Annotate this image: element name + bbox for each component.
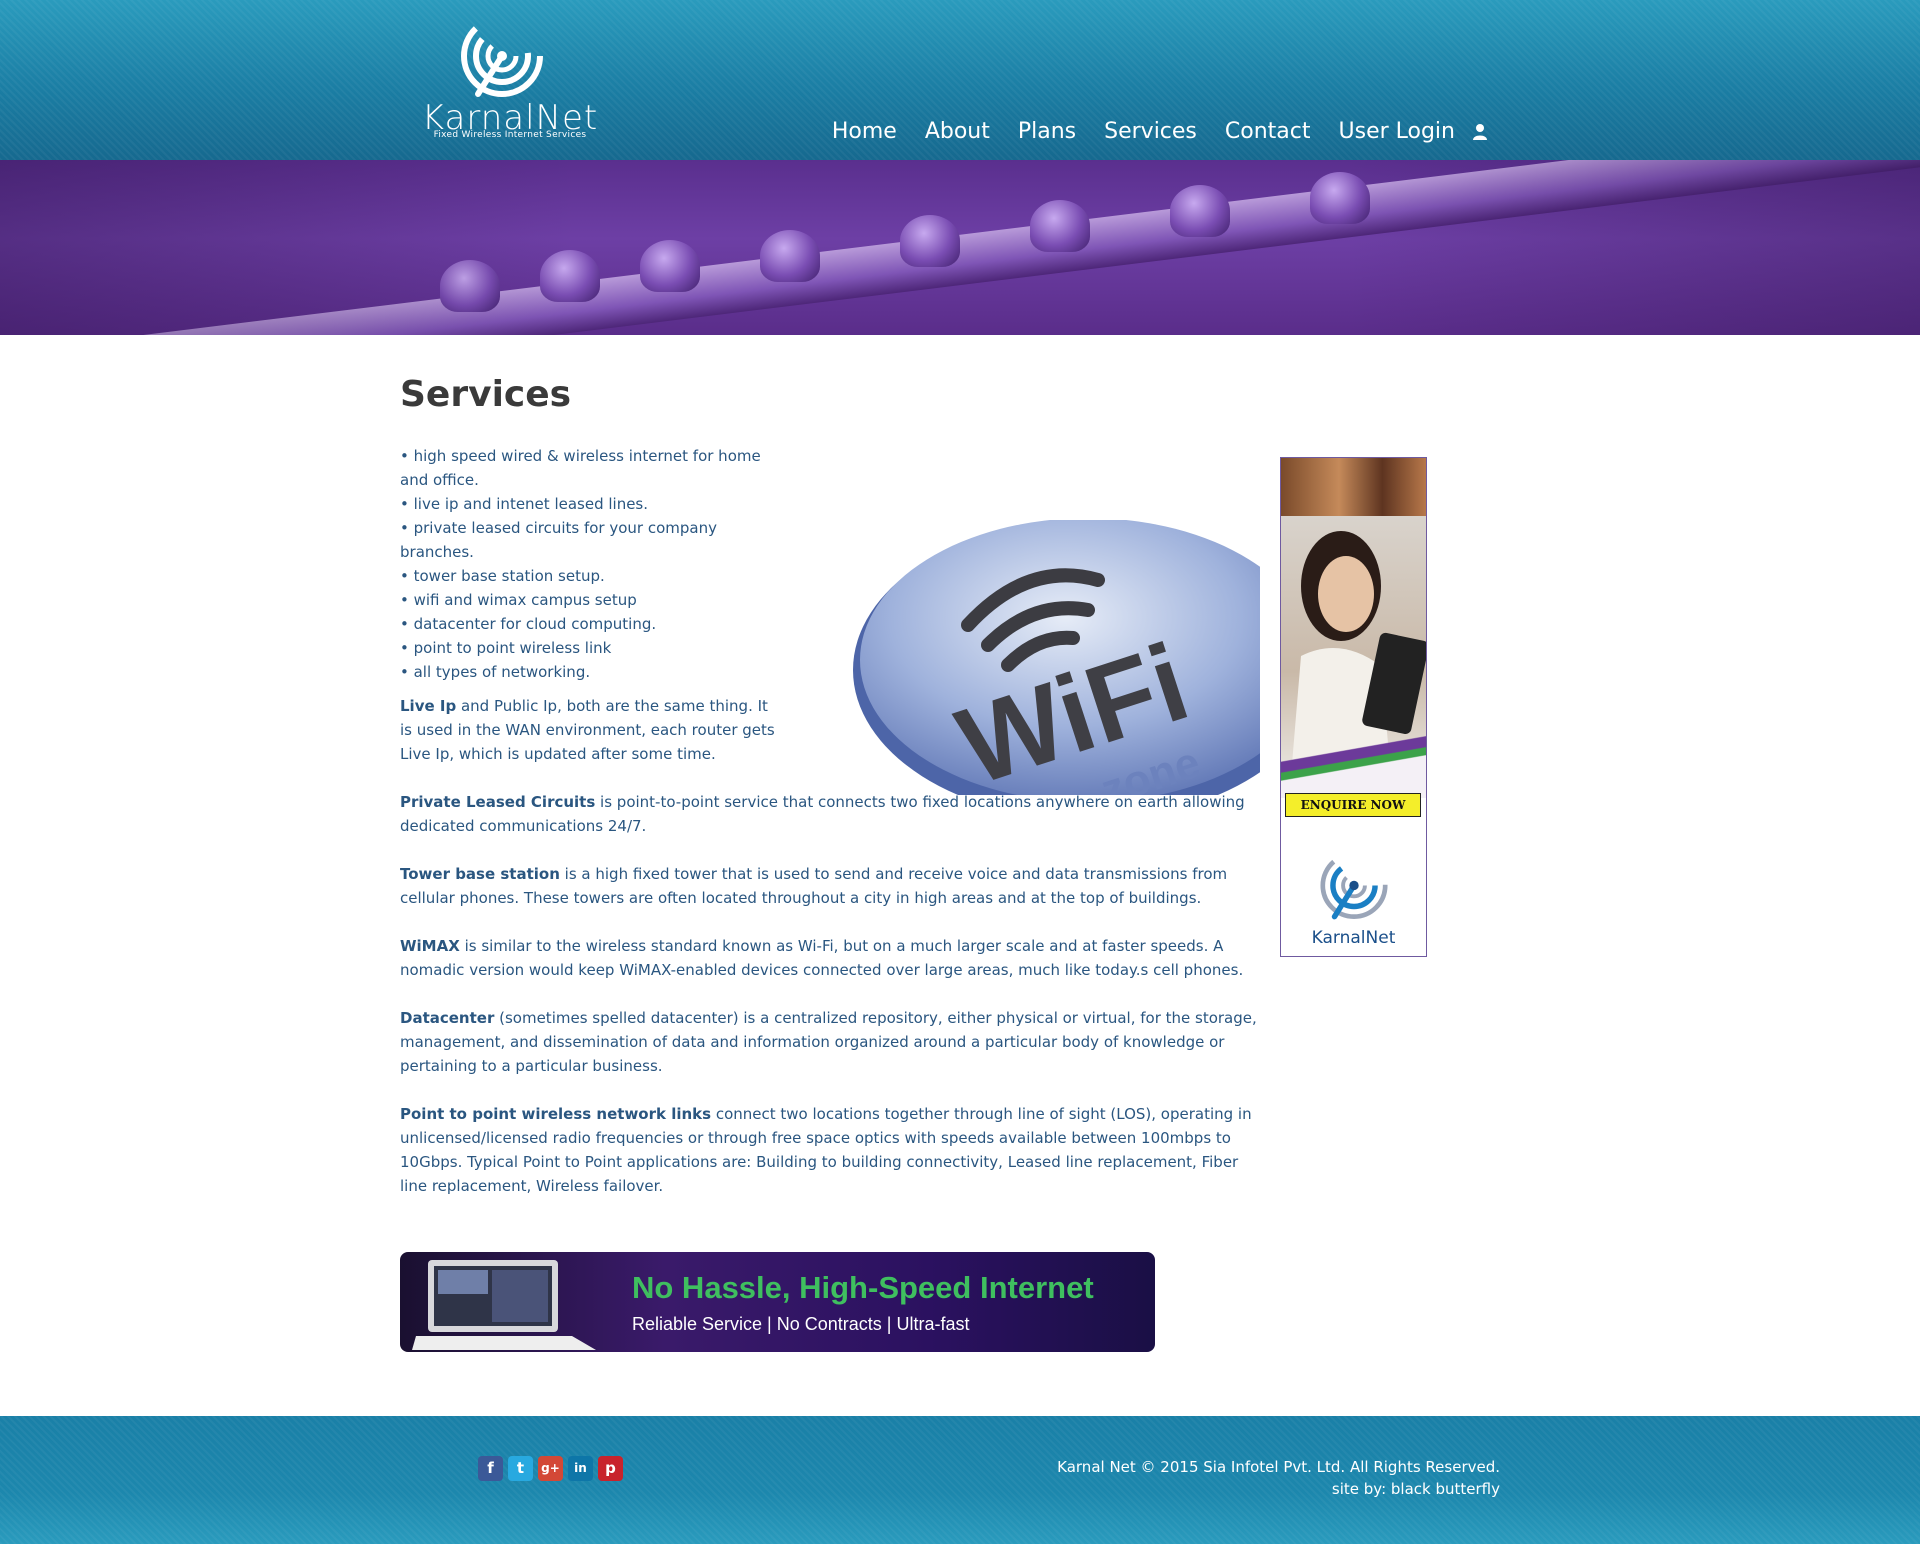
live-ip-paragraph: Live Ip and Public Ip, both are the same…: [400, 694, 780, 766]
list-item: • datacenter for cloud computing.: [400, 615, 657, 633]
side-ad-banner[interactable]: ENQUIRE NOW KarnalNet: [1280, 457, 1427, 957]
enquire-now-button[interactable]: ENQUIRE NOW: [1285, 793, 1421, 817]
laptop-image: [412, 1260, 596, 1350]
nav-services[interactable]: Services: [1104, 119, 1197, 144]
wimax-paragraph: WiMAX is similar to the wireless standar…: [400, 934, 1260, 982]
ad-photo-strip: [1281, 458, 1426, 516]
social-links: f t g+ in p: [478, 1456, 623, 1481]
term: Live Ip: [400, 697, 457, 715]
definition: and Public Ip, both are the same thing. …: [400, 697, 775, 763]
facebook-icon[interactable]: f: [478, 1456, 503, 1481]
ad-wave-decoration: [1281, 728, 1426, 798]
p2p-paragraph: Point to point wireless network links co…: [400, 1102, 1260, 1198]
definition: (sometimes spelled datacenter) is a cent…: [400, 1009, 1257, 1075]
list-item: • all types of networking.: [400, 663, 591, 681]
site-logo[interactable]: KarnalNet Fixed Wireless Internet Servic…: [400, 14, 620, 144]
site-footer: [0, 1416, 1920, 1544]
promo-headline: No Hassle, High-Speed Internet: [632, 1270, 1094, 1305]
nav-user-login-label: User Login: [1338, 118, 1456, 144]
definition: is similar to the wireless standard know…: [400, 937, 1244, 979]
term: Tower base station: [400, 865, 560, 883]
twitter-icon[interactable]: t: [508, 1456, 533, 1481]
term: Point to point wireless network links: [400, 1105, 712, 1123]
pinterest-icon[interactable]: p: [598, 1456, 623, 1481]
footer-text: Karnal Net © 2015 Sia Infotel Pvt. Ltd. …: [1057, 1456, 1500, 1500]
leased-circuits-paragraph: Private Leased Circuits is point-to-poin…: [400, 790, 1260, 838]
karnalnet-logo-icon: [1320, 851, 1388, 920]
list-item: • high speed wired & wireless internet f…: [400, 447, 761, 489]
term: Datacenter: [400, 1009, 495, 1027]
list-item: • live ip and intenet leased lines.: [400, 495, 649, 513]
nav-plans[interactable]: Plans: [1018, 119, 1076, 144]
ad-logo-text: KarnalNet: [1311, 928, 1396, 948]
promo-subline: Reliable Service | No Contracts | Ultra-…: [632, 1314, 970, 1334]
list-item: • wifi and wimax campus setup: [400, 591, 637, 609]
banner-shade: [0, 160, 1920, 335]
list-item: • tower base station setup.: [400, 567, 605, 585]
term: WiMAX: [400, 937, 460, 955]
main-nav: Home About Plans Services Contact User L…: [832, 114, 1488, 148]
tower-paragraph: Tower base station is a high fixed tower…: [400, 862, 1260, 910]
hero-banner-image: [0, 160, 1920, 335]
wifi-zone-graphic: WiFi zone: [853, 520, 1260, 795]
list-item: • point to point wireless link: [400, 639, 612, 657]
user-icon: [1473, 123, 1487, 140]
datacenter-paragraph: Datacenter (sometimes spelled datacenter…: [400, 1006, 1260, 1078]
copyright-text: Karnal Net © 2015 Sia Infotel Pvt. Ltd. …: [1057, 1458, 1500, 1476]
google-plus-icon[interactable]: g+: [538, 1456, 563, 1481]
nav-user-login[interactable]: User Login: [1339, 119, 1489, 144]
linkedin-icon[interactable]: in: [568, 1456, 593, 1481]
site-header: KarnalNet Fixed Wireless Internet Servic…: [0, 0, 1920, 160]
site-credit-link[interactable]: site by: black butterfly: [1057, 1478, 1500, 1500]
wifi-zone-image: WiFi zone: [848, 520, 1260, 795]
logo-tagline: Fixed Wireless Internet Services: [433, 130, 587, 140]
nav-about[interactable]: About: [925, 119, 990, 144]
nav-home[interactable]: Home: [832, 119, 897, 144]
term: Private Leased Circuits: [400, 793, 596, 811]
logo-icon: [461, 15, 543, 97]
page-title: Services: [400, 374, 572, 415]
nav-contact[interactable]: Contact: [1225, 119, 1311, 144]
services-bullet-list: • high speed wired & wireless internet f…: [400, 444, 780, 684]
promo-banner[interactable]: No Hassle, High-Speed Internet Reliable …: [400, 1252, 1155, 1352]
list-item: • private leased circuits for your compa…: [400, 519, 717, 561]
